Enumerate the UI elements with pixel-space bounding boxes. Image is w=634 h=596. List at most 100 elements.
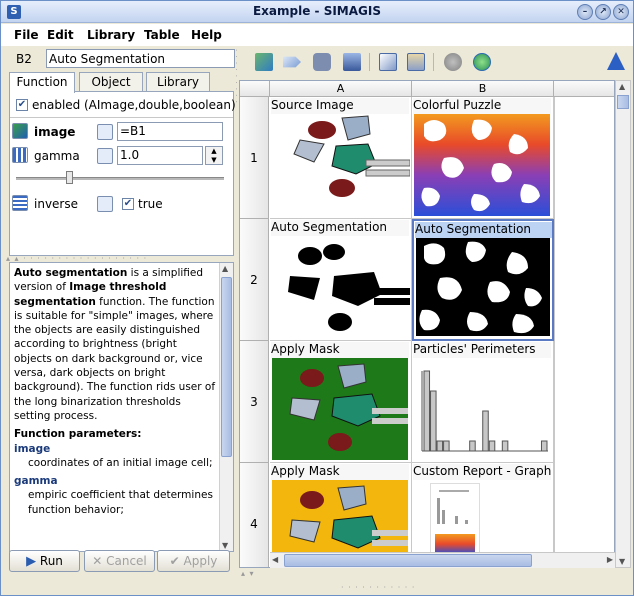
cell-b1[interactable]: Colorful Puzzle: [412, 97, 554, 219]
menu-library[interactable]: Library: [87, 28, 135, 42]
scroll-up-icon[interactable]: ▲: [222, 264, 228, 273]
cell-link-icon[interactable]: [97, 124, 113, 140]
column-header-a[interactable]: A: [270, 81, 412, 97]
scroll-down-icon[interactable]: ▼: [222, 541, 228, 550]
desc-params-heading: Function parameters:: [14, 428, 142, 441]
gamma-slider[interactable]: [16, 171, 224, 185]
boolean-param-icon: [12, 195, 28, 211]
param-name-inverse: inverse: [34, 197, 78, 211]
cell-label: Apply Mask: [271, 464, 409, 480]
scroll-up-icon[interactable]: ▲: [619, 82, 625, 91]
menu-help[interactable]: Help: [191, 28, 222, 42]
apply-label: Apply: [183, 554, 218, 568]
param-row-image: image =B1: [10, 120, 233, 142]
masked-gems-green-image: [272, 358, 408, 460]
enabled-checkbox[interactable]: ✔: [16, 99, 28, 111]
image-param-input[interactable]: =B1: [117, 122, 223, 141]
cell-label: Auto Segmentation: [271, 220, 409, 236]
cancel-button[interactable]: ✕ Cancel: [84, 550, 155, 572]
menu-file[interactable]: File: [14, 28, 39, 42]
histogram-bar: [540, 440, 548, 452]
minimize-icon[interactable]: –: [577, 4, 593, 20]
cell-link-icon[interactable]: [97, 196, 113, 212]
desc-param-gamma: gamma: [14, 475, 58, 488]
restore-icon[interactable]: ↗: [595, 4, 611, 20]
desc-text-2: function. The function is suitable for "…: [14, 295, 216, 422]
play-icon: ▶: [26, 554, 37, 569]
function-description: Auto segmentation is a simplified versio…: [9, 262, 234, 552]
cancel-x-icon: ✕: [92, 554, 103, 568]
toolbar-separator: [433, 53, 434, 71]
gamma-param-input[interactable]: 1.0: [117, 146, 203, 165]
paste-icon[interactable]: [407, 53, 425, 71]
inverse-checkbox[interactable]: ✔: [122, 198, 134, 210]
panel-tabs: Function Object Library: [9, 72, 234, 93]
row-header-1[interactable]: 1: [240, 97, 269, 219]
scroll-down-icon[interactable]: ▼: [619, 557, 625, 566]
segmented-gems-image: [288, 244, 410, 331]
cell-name-input[interactable]: [46, 49, 235, 68]
menu-table[interactable]: Table: [144, 28, 180, 42]
row-header-3[interactable]: 3: [240, 341, 269, 463]
cell-link-icon[interactable]: [97, 148, 113, 164]
tab-function[interactable]: Function: [9, 72, 75, 93]
left-panel: B2 Function Object Library ✔ enabled (AI…: [6, 48, 236, 578]
histogram-bar: [436, 440, 444, 452]
image-param-icon: [12, 123, 28, 139]
description-text: Auto segmentation is a simplified versio…: [14, 266, 217, 517]
desc-param-image: image: [14, 442, 51, 455]
puzzle-shapes: [421, 119, 540, 212]
row-header-4[interactable]: 4: [240, 463, 269, 567]
cell-a1[interactable]: Source Image: [270, 97, 412, 219]
scroll-thumb[interactable]: [221, 277, 232, 457]
copy-icon[interactable]: [379, 53, 397, 71]
forward-icon[interactable]: [283, 56, 301, 68]
stop-icon[interactable]: [444, 53, 462, 71]
cell-b3[interactable]: Particles' Perimeters: [412, 341, 554, 463]
scroll-right-icon[interactable]: ▶: [607, 555, 613, 564]
description-scrollbar[interactable]: ▲ ▼: [219, 263, 233, 551]
row-header-2[interactable]: 2: [240, 219, 269, 341]
app-window: S Example - SIMAGIS – ↗ ✕ File Edit Libr…: [0, 0, 634, 596]
cell-b2[interactable]: Auto Segmentation: [412, 219, 554, 341]
name-box: B2: [8, 48, 235, 70]
gamma-spinner[interactable]: ▲ ▼: [205, 146, 223, 165]
bottom-splitter[interactable]: ▴ ▾: [241, 569, 255, 578]
close-icon[interactable]: ✕: [613, 4, 629, 20]
apply-button[interactable]: ✔ Apply: [157, 550, 230, 572]
scroll-left-icon[interactable]: ◀: [272, 555, 278, 564]
scroll-thumb[interactable]: [284, 554, 532, 567]
histogram-bar: [469, 440, 476, 452]
column-header-b[interactable]: B: [412, 81, 554, 97]
grid-vertical-scrollbar[interactable]: ▲ ▼: [615, 80, 631, 568]
cancel-label: Cancel: [106, 554, 147, 568]
histogram-bar: [430, 390, 437, 452]
camera-icon[interactable]: [313, 53, 331, 71]
import-image-icon[interactable]: [255, 53, 273, 71]
slider-track: [16, 177, 224, 180]
grid-horizontal-scrollbar[interactable]: ◀ ▶: [270, 552, 615, 568]
tab-library[interactable]: Library: [146, 72, 210, 92]
title-bar[interactable]: S Example - SIMAGIS – ↗ ✕: [1, 1, 633, 23]
stack-icon[interactable]: [343, 53, 361, 71]
cell-label: Apply Mask: [271, 342, 409, 358]
histogram-bar: [423, 370, 431, 452]
cell-a2[interactable]: Auto Segmentation: [270, 219, 412, 341]
empty-column: [554, 97, 614, 567]
enabled-row: ✔ enabled (AImage,double,boolean): [10, 95, 236, 117]
param-row-gamma: gamma 1.0 ▲ ▼: [10, 144, 233, 166]
checkmark-icon: ✔: [169, 554, 180, 568]
run-button[interactable]: ▶ Run: [9, 550, 80, 572]
window-title: Example - SIMAGIS: [252, 4, 381, 18]
report-chart-thumbnail: [437, 498, 468, 524]
refresh-icon[interactable]: [473, 53, 491, 71]
column-header-empty[interactable]: [554, 81, 614, 97]
scroll-thumb[interactable]: [617, 95, 629, 109]
param-name-gamma: gamma: [34, 149, 80, 163]
menu-edit[interactable]: Edit: [47, 28, 74, 42]
cell-label: Custom Report - Graph...: [413, 464, 551, 480]
slider-thumb[interactable]: [66, 171, 73, 184]
tab-object[interactable]: Object: [79, 72, 143, 92]
cell-label: Source Image: [271, 98, 409, 114]
cell-a3[interactable]: Apply Mask: [270, 341, 412, 463]
